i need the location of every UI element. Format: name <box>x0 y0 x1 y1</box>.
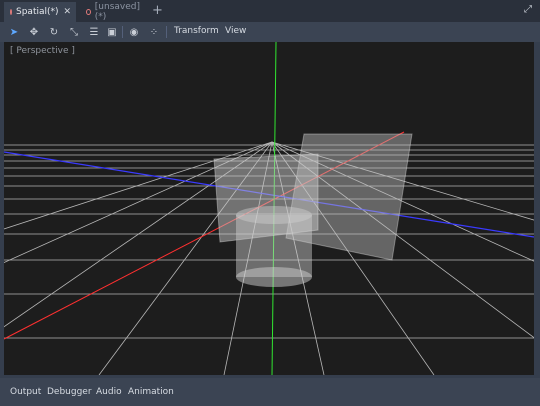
scene-icon <box>10 9 12 15</box>
close-icon[interactable]: ✕ <box>64 7 72 17</box>
add-tab-icon[interactable]: + <box>152 3 163 18</box>
transform-menu[interactable]: Transform <box>174 26 219 36</box>
viewport-scene[interactable] <box>4 42 534 375</box>
tab-spatial[interactable]: Spatial(*) ✕ <box>4 2 76 22</box>
move-icon[interactable]: ✥ <box>26 24 42 40</box>
toolbar-separator <box>122 26 123 38</box>
debugger-tab[interactable]: Debugger <box>47 387 92 397</box>
list-icon[interactable]: ☰ <box>86 24 102 40</box>
audio-tab[interactable]: Audio <box>96 387 122 397</box>
tab-unsaved[interactable]: [unsaved](*) <box>80 2 146 22</box>
scene-icon <box>86 9 91 15</box>
snap-icon[interactable]: ⁘ <box>146 24 162 40</box>
scene-tabbar: Spatial(*) ✕ [unsaved](*) + ⤢ <box>0 0 540 22</box>
toolbar-separator <box>166 26 167 38</box>
fullscreen-icon[interactable]: ⤢ <box>524 4 532 15</box>
viewport-toolbar: ➤ ✥ ↻ ⤡ ☰ ▣ ◉ ⁘ Transform View <box>0 22 540 42</box>
3d-viewport[interactable]: [ Perspective ] <box>4 42 534 375</box>
select-icon[interactable]: ➤ <box>6 24 22 40</box>
scale-icon[interactable]: ⤡ <box>66 24 82 40</box>
bottom-panel: Output Debugger Audio Animation <box>0 378 540 406</box>
view-menu[interactable]: View <box>225 26 246 36</box>
rotate-icon[interactable]: ↻ <box>46 24 62 40</box>
tab-label: [unsaved](*) <box>94 2 140 22</box>
meshes <box>213 133 413 287</box>
perspective-label[interactable]: [ Perspective ] <box>10 46 75 56</box>
output-tab[interactable]: Output <box>10 387 41 397</box>
tab-label: Spatial(*) <box>16 7 59 17</box>
group-icon[interactable]: ◉ <box>126 24 142 40</box>
lock-icon[interactable]: ▣ <box>104 24 120 40</box>
animation-tab[interactable]: Animation <box>128 387 174 397</box>
